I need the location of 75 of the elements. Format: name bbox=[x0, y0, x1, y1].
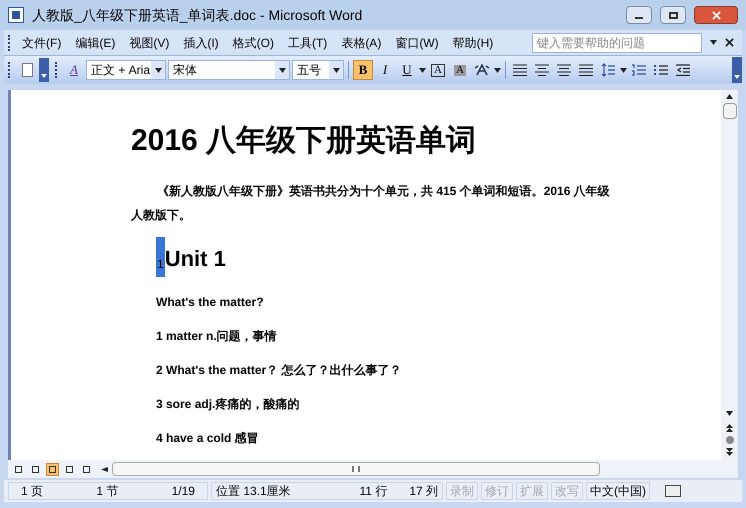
page-indicator: 1 页 bbox=[21, 483, 44, 500]
horizontal-scroll-thumb[interactable] bbox=[112, 462, 600, 476]
underline-button[interactable]: U bbox=[397, 60, 417, 80]
page-count: 1/19 bbox=[172, 483, 195, 500]
toolbar-grip-icon[interactable] bbox=[55, 62, 58, 78]
menu-item[interactable]: 工具(T) bbox=[280, 34, 334, 52]
dropdown-arrow-icon[interactable] bbox=[620, 68, 627, 72]
column-indicator: 17 列 bbox=[409, 483, 438, 500]
justify-icon[interactable] bbox=[579, 64, 593, 76]
next-page-icon[interactable] bbox=[726, 448, 733, 456]
dropdown-arrow-icon bbox=[41, 74, 47, 78]
view-mode-button[interactable] bbox=[46, 462, 59, 476]
close-icon[interactable] bbox=[725, 38, 734, 47]
scroll-up-icon[interactable] bbox=[726, 94, 733, 99]
document-title: 2016 八年级下册英语单词 bbox=[131, 123, 478, 159]
scroll-thumb[interactable] bbox=[722, 103, 736, 119]
menu-item[interactable]: 编辑(E) bbox=[68, 34, 122, 52]
decrease-indent-icon[interactable] bbox=[676, 64, 690, 76]
align-left-icon[interactable] bbox=[513, 64, 527, 76]
language-indicator: 中文(中国) bbox=[586, 482, 650, 500]
font-combo[interactable]: 宋体 bbox=[168, 60, 290, 80]
help-search-field[interactable]: 键入需要帮助的问题 bbox=[532, 32, 702, 52]
previous-page-icon[interactable] bbox=[726, 424, 733, 432]
dropdown-arrow-icon bbox=[734, 75, 740, 79]
shading-button[interactable]: A bbox=[450, 60, 470, 80]
character-scaling-icon[interactable] bbox=[475, 64, 489, 76]
vocabulary-line: 2 What's the matter？ 怎么了？出什么事了？ bbox=[156, 362, 403, 379]
border-button[interactable]: A bbox=[428, 60, 448, 80]
align-right-icon[interactable] bbox=[557, 64, 571, 76]
menu-item[interactable]: 插入(I) bbox=[176, 34, 226, 52]
vocabulary-line: 3 sore adj.疼痛的，酸痛的 bbox=[156, 396, 300, 413]
style-combo[interactable]: 正文 + Aria bbox=[86, 60, 166, 80]
toolbar-grip-icon[interactable] bbox=[8, 62, 11, 78]
font-size-combo[interactable]: 五号 bbox=[292, 60, 344, 80]
section-indicator: 1 节 bbox=[96, 483, 118, 500]
scroll-left-icon[interactable] bbox=[101, 466, 108, 472]
intro-paragraph: 《新人教版八年级下册》英语书共分为十个单元，共 415 个单词和短语。2016 八年级人教版下。 bbox=[131, 183, 611, 224]
selected-number: 1 bbox=[156, 237, 165, 277]
dropdown-arrow-icon[interactable] bbox=[332, 68, 340, 72]
close-button[interactable] bbox=[694, 6, 738, 24]
menu-item[interactable]: 格式(O) bbox=[226, 34, 281, 52]
bullet-list-icon[interactable] bbox=[654, 64, 668, 76]
unit-heading: Unit 1 bbox=[164, 245, 226, 273]
dropdown-arrow-icon[interactable] bbox=[278, 68, 286, 72]
word-document-icon bbox=[8, 7, 24, 23]
vocabulary-line: 1 matter n.问题，事情 bbox=[156, 328, 278, 345]
line-indicator: 11 行 bbox=[360, 483, 388, 500]
menu-item[interactable]: 文件(F) bbox=[15, 34, 68, 52]
italic-button[interactable]: I bbox=[375, 60, 395, 80]
toolbar-grip-icon[interactable] bbox=[8, 34, 11, 50]
new-document-icon[interactable] bbox=[22, 63, 32, 77]
position-indicator: 位置 13.1厘米 bbox=[216, 483, 291, 500]
scroll-down-icon[interactable] bbox=[726, 411, 733, 416]
menu-item[interactable]: 视图(V) bbox=[122, 34, 176, 52]
spelling-check-icon[interactable] bbox=[665, 485, 681, 497]
window-title: 人教版_八年级下册英语_单词表.doc - Microsoft Word bbox=[32, 6, 364, 25]
vocabulary-line: 4 have a cold 感冒 bbox=[156, 430, 260, 447]
dropdown-arrow-icon[interactable] bbox=[419, 68, 426, 72]
vocabulary-line: What's the matter? bbox=[156, 294, 265, 311]
dropdown-arrow-icon[interactable] bbox=[494, 68, 501, 72]
maximize-button[interactable] bbox=[660, 6, 686, 24]
dropdown-arrow-icon[interactable] bbox=[154, 68, 162, 72]
menu-item[interactable]: 表格(A) bbox=[334, 34, 388, 52]
bold-button[interactable]: B bbox=[353, 60, 373, 80]
dropdown-arrow-icon[interactable] bbox=[710, 40, 717, 45]
toolbar-overflow-button[interactable] bbox=[39, 58, 49, 82]
toolbar-overflow-button[interactable] bbox=[732, 57, 742, 83]
menu-item[interactable]: 窗口(W) bbox=[388, 34, 446, 52]
line-spacing-icon[interactable] bbox=[601, 63, 615, 77]
align-center-icon[interactable] bbox=[535, 64, 549, 76]
minimize-button[interactable] bbox=[626, 6, 652, 24]
browse-object-icon[interactable] bbox=[726, 436, 734, 444]
menu-item[interactable]: 帮助(H) bbox=[446, 34, 500, 52]
numbered-list-icon[interactable] bbox=[632, 64, 646, 76]
styles-button[interactable]: A bbox=[64, 60, 84, 80]
